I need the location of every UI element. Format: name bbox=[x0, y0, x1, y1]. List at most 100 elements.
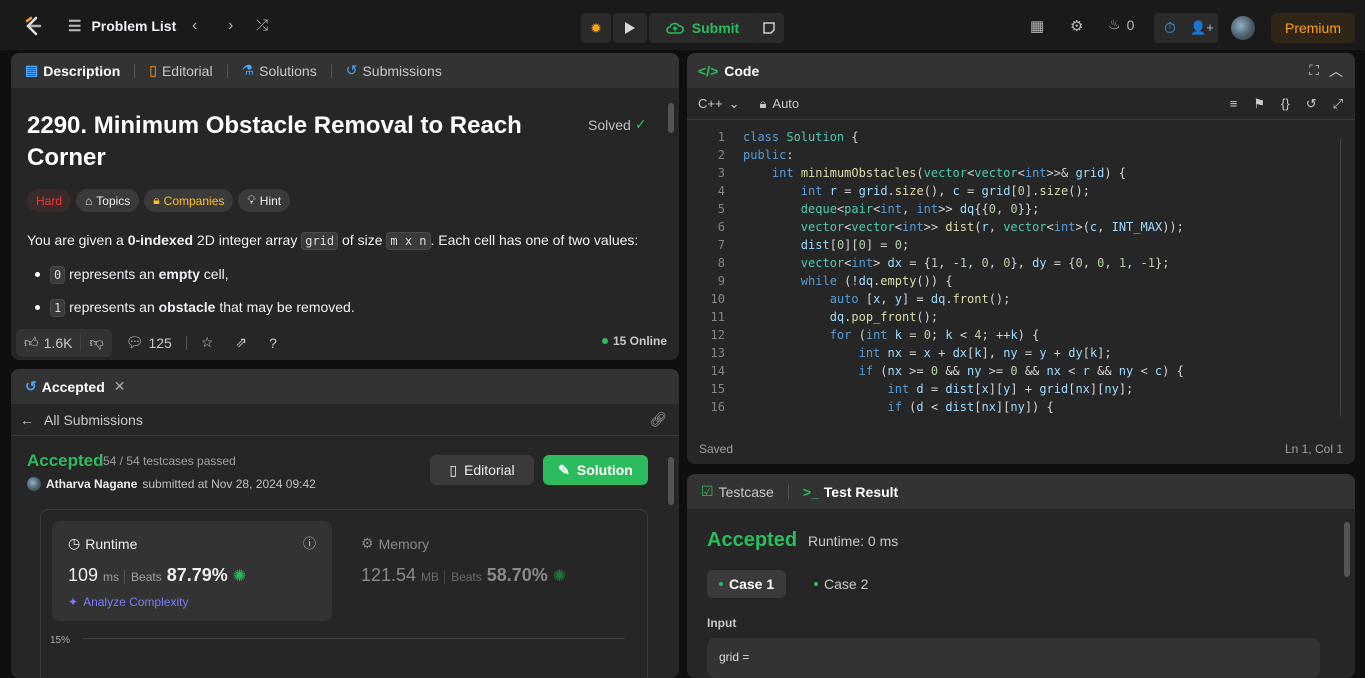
tab-divider bbox=[330, 63, 332, 78]
tab-editorial[interactable]: ▯ Editorial bbox=[149, 62, 212, 79]
leetcode-logo-icon[interactable] bbox=[22, 15, 44, 37]
tab-test-result[interactable]: >_ Test Result bbox=[803, 484, 898, 500]
bullet-text: cell, bbox=[199, 266, 229, 282]
info-icon[interactable]: ⓘ bbox=[303, 533, 316, 552]
layout-icon[interactable]: ▦ bbox=[1030, 17, 1044, 35]
submit-button[interactable]: Submit bbox=[649, 13, 756, 43]
scrollbar[interactable] bbox=[1340, 137, 1346, 417]
submitted-time: submitted at Nov 28, 2024 09:42 bbox=[142, 477, 316, 491]
statement-text: 2D integer array bbox=[193, 232, 302, 248]
analyze-complexity-link[interactable]: ✦ Analyze Complexity bbox=[68, 595, 188, 609]
online-count: 15 Online bbox=[612, 334, 667, 348]
bookmark-icon[interactable]: ⚑ bbox=[1253, 96, 1265, 112]
code-line[interactable]: 16 if (d < dist[nx][ny]) { bbox=[687, 398, 1355, 416]
line-number: 8 bbox=[717, 256, 725, 270]
code-line[interactable]: 2 public: bbox=[687, 146, 1355, 164]
tab-description[interactable]: ▤ Description bbox=[25, 62, 120, 79]
close-icon[interactable]: ✕ bbox=[114, 378, 126, 395]
timer-button[interactable]: ⏱ bbox=[1154, 13, 1186, 43]
add-friend-button[interactable]: 👤+ bbox=[1186, 13, 1218, 43]
code-editor[interactable]: 1 class Solution {2 public: 3 int minimumOb… bbox=[687, 128, 1355, 422]
memory-card[interactable]: ⚙ Memory 121.54 MB Beats 58.70% ✺ bbox=[361, 521, 621, 621]
hint-label: Hint bbox=[259, 193, 282, 208]
tab-testcase[interactable]: ☑ Testcase bbox=[701, 483, 774, 500]
username[interactable]: Atharva Nagane bbox=[46, 477, 137, 491]
code-text: int d = dist[x][y] + grid[nx][ny]; bbox=[887, 382, 1134, 396]
code-line[interactable]: 12 for (int k = 0; k < 4; ++k) { bbox=[687, 326, 1355, 344]
thumbs-down-icon: 👎︎ bbox=[89, 334, 104, 350]
code-line[interactable]: 1 class Solution { bbox=[687, 128, 1355, 146]
code-text: class Solution { bbox=[743, 130, 859, 144]
share-icon[interactable]: ⇗ bbox=[227, 334, 255, 351]
collapse-icon[interactable]: ︿ bbox=[1329, 61, 1343, 81]
code-line[interactable]: 4 int r = grid.size(), c = grid[0].size(… bbox=[687, 182, 1355, 200]
line-number: 3 bbox=[717, 166, 725, 180]
comments-button[interactable]: 💬︎ 125 bbox=[118, 334, 180, 351]
clap-icon: ✺ bbox=[552, 568, 567, 585]
language-select[interactable]: C++ ⌄ bbox=[698, 96, 739, 112]
prev-problem-icon[interactable]: ‹ bbox=[192, 17, 197, 35]
topics-chip[interactable]: ⌂ Topics bbox=[76, 189, 140, 212]
code-line[interactable]: 9 while (!dq.empty()) { bbox=[687, 272, 1355, 290]
editorial-button[interactable]: ▯ Editorial bbox=[430, 455, 534, 485]
code-line[interactable]: 8 vector<int> dx = {1, -1, 0, 0}, dy = {… bbox=[687, 254, 1355, 272]
notes-button[interactable] bbox=[754, 13, 784, 43]
user-avatar[interactable] bbox=[1231, 16, 1255, 40]
code-text: if (nx >= 0 && ny >= 0 && nx < r && ny <… bbox=[858, 364, 1184, 378]
code-line[interactable]: 13 int nx = x + dx[k], ny = y + dy[k]; bbox=[687, 344, 1355, 362]
tab-solutions-label: Solutions bbox=[259, 62, 317, 79]
code-line[interactable]: 10 auto [x, y] = dq.front(); bbox=[687, 290, 1355, 308]
reset-icon[interactable]: ↺ bbox=[1306, 96, 1317, 112]
avatar[interactable] bbox=[27, 477, 41, 491]
tab-submissions[interactable]: ↺ Submissions bbox=[346, 62, 442, 79]
scrollbar[interactable] bbox=[668, 457, 674, 505]
maximize-icon[interactable]: ⛶ bbox=[1309, 62, 1319, 79]
expand-icon[interactable]: ⤢ bbox=[1333, 96, 1343, 112]
code-line[interactable]: 6 vector<vector<int>> dist(r, vector<int… bbox=[687, 218, 1355, 236]
case-tab-2[interactable]: Case 2 bbox=[802, 570, 880, 598]
code-line[interactable]: 3 int minimumObstacles(vector<vector<int… bbox=[687, 164, 1355, 182]
braces-icon[interactable]: {} bbox=[1281, 96, 1290, 112]
format-icon[interactable]: ≡ bbox=[1230, 96, 1238, 112]
dislike-button[interactable]: 👎︎ bbox=[80, 334, 111, 351]
shuffle-icon[interactable]: ⤮ bbox=[256, 17, 268, 34]
scrollbar[interactable] bbox=[1344, 522, 1350, 577]
solution-button[interactable]: ✎ Solution bbox=[543, 455, 648, 485]
like-button[interactable]: 👍︎ 1.6K bbox=[16, 334, 80, 351]
input-value-box: grid = bbox=[707, 638, 1320, 678]
terminal-icon: >_ bbox=[802, 483, 819, 500]
auto-mode-toggle[interactable]: 🔒︎ Auto bbox=[759, 96, 799, 112]
streak-counter[interactable]: ♨ 0 bbox=[1108, 16, 1134, 33]
companies-chip[interactable]: 🔒︎ Companies bbox=[144, 189, 234, 212]
flask-icon: ⚗ bbox=[241, 62, 255, 78]
code-line[interactable]: 14 if (nx >= 0 && ny >= 0 && nx < r && n… bbox=[687, 362, 1355, 380]
help-icon[interactable]: ? bbox=[261, 335, 285, 351]
submission-tabs: ↺ Accepted ✕ bbox=[11, 369, 679, 404]
code-text: auto [x, y] = dq.front(); bbox=[829, 292, 1011, 306]
code-line[interactable]: 11 dq.pop_front(); bbox=[687, 308, 1355, 326]
tab-accepted-label: Accepted bbox=[41, 378, 105, 395]
star-icon[interactable]: ☆ bbox=[193, 334, 222, 351]
tab-accepted[interactable]: ↺ Accepted ✕ bbox=[25, 378, 126, 395]
code-line[interactable]: 5 deque<pair<int, int>> dq{{0, 0}}; bbox=[687, 200, 1355, 218]
scrollbar[interactable] bbox=[668, 103, 674, 133]
code-line[interactable]: 7 dist[0][0] = 0; bbox=[687, 236, 1355, 254]
hint-chip[interactable]: 💡︎ Hint bbox=[238, 189, 291, 212]
divider bbox=[185, 335, 187, 350]
bullet-dot bbox=[35, 304, 40, 310]
link-icon[interactable]: 🔗︎ bbox=[649, 411, 667, 428]
bullet-text: represents an bbox=[69, 266, 159, 282]
code-line[interactable]: 15 int d = dist[x][y] + grid[nx][ny]; bbox=[687, 380, 1355, 398]
runtime-card[interactable]: ◷ Runtime ⓘ 109 ms Beats 87.79% ✺ ✦ Anal… bbox=[52, 521, 332, 621]
problem-list-button[interactable]: ☰ Problem List bbox=[68, 17, 176, 35]
tab-solutions[interactable]: ⚗ Solutions bbox=[242, 62, 317, 79]
premium-button[interactable]: Premium bbox=[1271, 13, 1355, 43]
settings-gear-icon[interactable]: ⚙ bbox=[1070, 17, 1083, 35]
case-tab-1[interactable]: Case 1 bbox=[707, 570, 787, 598]
next-problem-icon[interactable]: › bbox=[228, 17, 233, 35]
code-text: while (!dq.empty()) { bbox=[800, 274, 953, 288]
all-submissions-link[interactable]: ← All Submissions 🔗︎ bbox=[11, 404, 679, 436]
testcases-passed: 54 / 54 testcases passed bbox=[103, 454, 236, 468]
debug-button[interactable]: ✹ bbox=[581, 13, 611, 43]
run-button[interactable] bbox=[613, 13, 647, 43]
